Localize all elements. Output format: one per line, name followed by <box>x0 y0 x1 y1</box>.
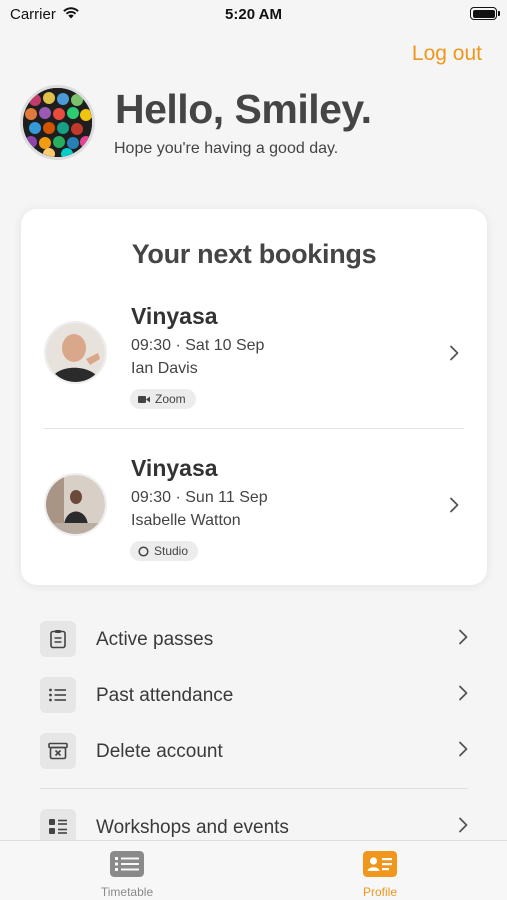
battery-icon <box>470 7 500 20</box>
menu-item-label: Workshops and events <box>96 817 289 838</box>
chevron-right-icon <box>459 741 468 757</box>
clipboard-icon <box>40 621 76 657</box>
booking-teacher: Isabelle Watton <box>131 512 241 529</box>
tab-label: Profile <box>362 885 397 899</box>
location-label: Studio <box>154 544 189 558</box>
archive-delete-icon <box>40 733 76 769</box>
chevron-right-icon <box>459 817 468 833</box>
booking-datetime: 09:30 · Sat 10 Sep <box>131 337 265 354</box>
timetable-icon <box>110 851 144 877</box>
list-icon <box>40 677 76 713</box>
status-bar: Carrier 5:20 AM <box>0 0 507 30</box>
chevron-right-icon <box>459 629 468 645</box>
menu-item-active-passes[interactable]: Active passes <box>40 619 470 659</box>
booking-class-name: Vinyasa <box>131 455 218 481</box>
location-badge: Studio <box>130 541 199 561</box>
menu-item-delete-account[interactable]: Delete account <box>40 731 470 771</box>
booking-item[interactable]: Vinyasa 09:30 · Sun 11 Sep Isabelle Watt… <box>21 441 487 581</box>
page-title: Hello, Smiley. <box>115 86 372 132</box>
chevron-right-icon <box>450 345 459 361</box>
clock: 5:20 AM <box>225 6 282 23</box>
avatar-image <box>23 88 92 157</box>
tab-profile[interactable]: Profile <box>300 841 460 900</box>
chevron-right-icon <box>450 497 459 513</box>
tab-label: Timetable <box>100 885 154 899</box>
booking-datetime: 09:30 · Sun 11 Sep <box>131 489 268 506</box>
logout-button[interactable]: Log out <box>412 42 482 66</box>
booking-teacher: Ian Davis <box>131 360 198 377</box>
menu-item-label: Delete account <box>96 741 223 762</box>
chevron-right-icon <box>459 685 468 701</box>
circle-icon <box>138 545 149 557</box>
menu-item-label: Active passes <box>96 629 214 650</box>
video-camera-icon <box>138 395 150 403</box>
menu-item-label: Past attendance <box>96 685 234 706</box>
profile-card-icon <box>363 851 397 877</box>
menu-divider <box>40 788 468 789</box>
menu-item-past-attendance[interactable]: Past attendance <box>40 675 470 715</box>
tab-timetable[interactable]: Timetable <box>47 841 207 900</box>
booking-divider <box>44 428 464 429</box>
next-bookings-card: Your next bookings Vinyasa 09:30 · Sat 1… <box>21 209 487 585</box>
teacher-avatar <box>44 321 107 384</box>
tab-bar: Timetable Profile <box>0 840 507 900</box>
location-badge: Zoom <box>130 389 196 409</box>
location-label: Zoom <box>155 392 186 406</box>
booking-class-name: Vinyasa <box>131 303 218 329</box>
bookings-title: Your next bookings <box>131 239 377 269</box>
teacher-avatar <box>44 473 107 536</box>
avatar[interactable] <box>20 85 95 160</box>
greeting-subtitle: Hope you're having a good day. <box>114 140 339 157</box>
booking-item[interactable]: Vinyasa 09:30 · Sat 10 Sep Ian Davis Zoo… <box>21 289 487 429</box>
